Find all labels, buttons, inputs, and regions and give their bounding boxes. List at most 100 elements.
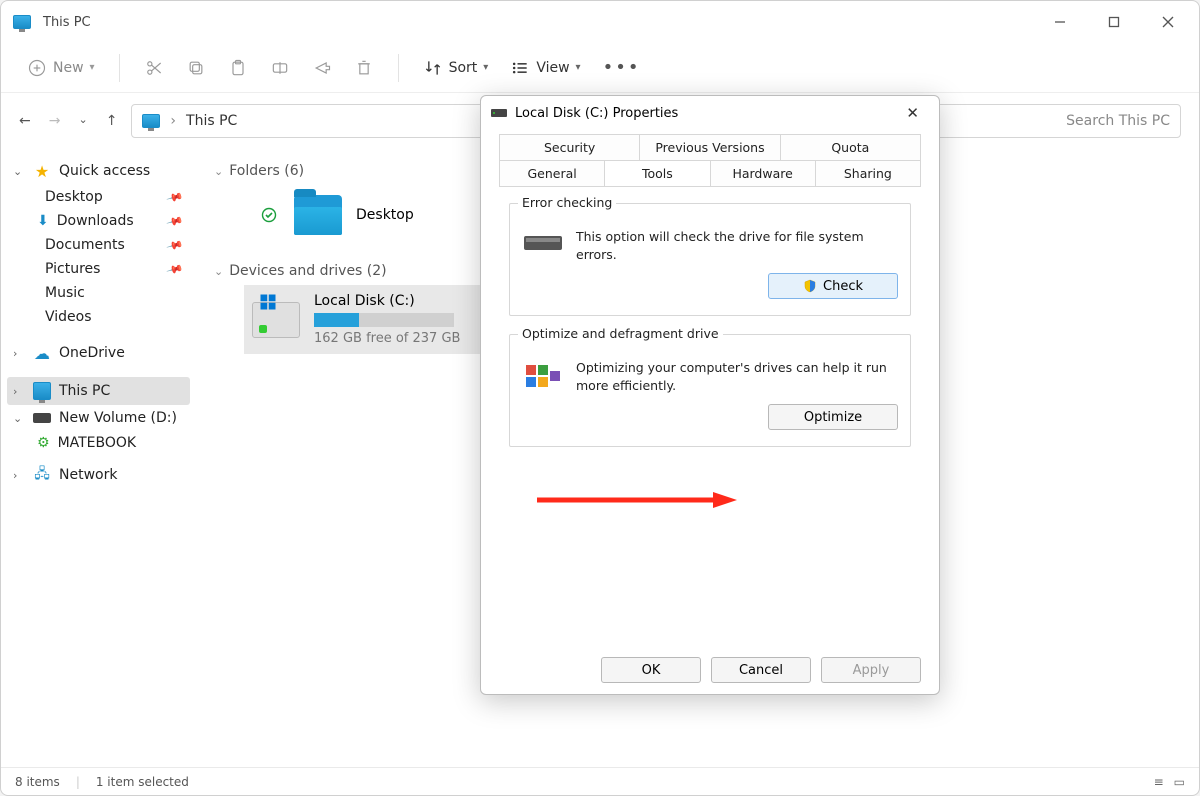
sync-ok-icon: [258, 207, 280, 223]
sidebar-item-music[interactable]: Music: [7, 281, 190, 305]
optimize-legend: Optimize and defragment drive: [518, 326, 723, 341]
pin-icon: 📌: [166, 236, 184, 254]
tab-security[interactable]: Security: [499, 134, 640, 160]
close-button[interactable]: [1145, 6, 1191, 38]
view-icon: [510, 58, 530, 78]
delete-button[interactable]: [346, 52, 382, 84]
dialog-title: Local Disk (C:) Properties: [515, 106, 678, 121]
error-checking-legend: Error checking: [518, 195, 616, 210]
copy-icon: [186, 58, 206, 78]
view-button[interactable]: View ▾: [502, 52, 588, 84]
sidebar-item-documents[interactable]: Documents📌: [7, 233, 190, 257]
up-button[interactable]: ↑: [106, 113, 118, 129]
tab-previous-versions[interactable]: Previous Versions: [640, 134, 780, 160]
dialog-body: Error checking This option will check th…: [499, 186, 921, 646]
ok-button[interactable]: OK: [601, 657, 701, 683]
defrag-icon: [522, 359, 564, 389]
drive-icon: [491, 107, 507, 119]
sidebar-network[interactable]: ›🖧Network: [7, 461, 190, 489]
address-location: This PC: [186, 113, 237, 129]
tab-quota[interactable]: Quota: [781, 134, 921, 160]
drive-icon: [33, 413, 51, 423]
recent-button[interactable]: ⌄: [78, 113, 87, 129]
check-label: Check: [823, 279, 863, 294]
sort-icon: [423, 58, 443, 78]
titlebar: This PC: [1, 1, 1199, 43]
error-checking-group: Error checking This option will check th…: [509, 203, 911, 316]
cut-button[interactable]: [136, 52, 172, 84]
share-icon: [312, 58, 332, 78]
pin-icon: 📌: [166, 188, 184, 206]
sidebar-quick-access[interactable]: ⌄★Quick access: [7, 157, 190, 185]
optimize-label: Optimize: [804, 410, 862, 425]
new-button[interactable]: New ▾: [19, 52, 103, 84]
apply-button[interactable]: Apply: [821, 657, 921, 683]
status-selected: 1 item selected: [96, 775, 189, 789]
tiles-view-button[interactable]: ▭: [1174, 775, 1185, 789]
toolbar: New ▾ Sort ▾ View ▾ •••: [1, 43, 1199, 93]
maximize-button[interactable]: [1091, 6, 1137, 38]
sidebar-onedrive[interactable]: ›☁OneDrive: [7, 339, 190, 367]
sidebar-item-videos[interactable]: Videos: [7, 305, 190, 329]
shield-icon: [803, 279, 817, 293]
check-button[interactable]: Check: [768, 273, 898, 299]
drive-icon: [252, 302, 300, 338]
device-icon: ⚙: [37, 435, 50, 451]
thispc-icon: [13, 15, 31, 29]
back-button[interactable]: ←: [19, 113, 31, 129]
thispc-icon: [142, 114, 160, 128]
folder-icon: [294, 195, 342, 235]
drive-usage-bar: [314, 313, 454, 327]
sort-label: Sort: [449, 60, 478, 76]
rename-button[interactable]: [262, 52, 298, 84]
optimize-group: Optimize and defragment drive Optimizing…: [509, 334, 911, 447]
sort-button[interactable]: Sort ▾: [415, 52, 497, 84]
optimize-button[interactable]: Optimize: [768, 404, 898, 430]
sidebar-item-pictures[interactable]: Pictures📌: [7, 257, 190, 281]
more-button[interactable]: •••: [595, 51, 649, 84]
star-icon: ★: [33, 162, 51, 180]
folder-label: Desktop: [356, 207, 414, 223]
cloud-icon: ☁: [33, 344, 51, 362]
pin-icon: 📌: [166, 212, 184, 230]
error-checking-text: This option will check the drive for fil…: [576, 228, 898, 263]
scissors-icon: [144, 58, 164, 78]
optimize-text: Optimizing your computer's drives can he…: [576, 359, 898, 394]
drive-small-icon: [522, 228, 564, 258]
trash-icon: [354, 58, 374, 78]
tab-general[interactable]: General: [499, 160, 605, 186]
tab-hardware[interactable]: Hardware: [711, 160, 816, 186]
dialog-titlebar: Local Disk (C:) Properties ✕: [481, 96, 939, 130]
sidebar-matebook[interactable]: ⚙MATEBOOK: [7, 431, 190, 455]
drive-free-text: 162 GB free of 237 GB: [314, 331, 460, 346]
dialog-close-button[interactable]: ✕: [896, 100, 929, 126]
dialog-tabs: Security Previous Versions Quota General…: [481, 130, 939, 186]
search-placeholder: Search This PC: [1066, 113, 1170, 129]
sidebar-this-pc[interactable]: ›This PC: [7, 377, 190, 405]
plus-circle-icon: [27, 58, 47, 78]
copy-button[interactable]: [178, 52, 214, 84]
tab-tools[interactable]: Tools: [605, 160, 710, 186]
tab-sharing[interactable]: Sharing: [816, 160, 921, 186]
paste-button[interactable]: [220, 52, 256, 84]
cancel-button[interactable]: Cancel: [711, 657, 811, 683]
share-button[interactable]: [304, 52, 340, 84]
properties-dialog: Local Disk (C:) Properties ✕ Security Pr…: [480, 95, 940, 695]
download-icon: ⬇: [37, 213, 49, 229]
pin-icon: 📌: [166, 260, 184, 278]
minimize-button[interactable]: [1037, 6, 1083, 38]
rename-icon: [270, 58, 290, 78]
new-label: New: [53, 60, 84, 76]
sidebar: ⌄★Quick access Desktop📌 ⬇Downloads📌 Docu…: [1, 149, 196, 767]
sidebar-new-volume[interactable]: ⌄New Volume (D:): [7, 405, 190, 431]
windows-icon: [259, 293, 277, 311]
sidebar-item-downloads[interactable]: ⬇Downloads📌: [7, 209, 190, 233]
folder-desktop[interactable]: Desktop: [254, 191, 454, 239]
network-icon: 🖧: [33, 466, 51, 484]
details-view-button[interactable]: ≡: [1154, 775, 1164, 789]
sidebar-item-desktop[interactable]: Desktop📌: [7, 185, 190, 209]
dialog-footer: OK Cancel Apply: [481, 646, 939, 694]
window-title: This PC: [43, 15, 91, 30]
clipboard-icon: [228, 58, 248, 78]
forward-button[interactable]: →: [49, 113, 61, 129]
